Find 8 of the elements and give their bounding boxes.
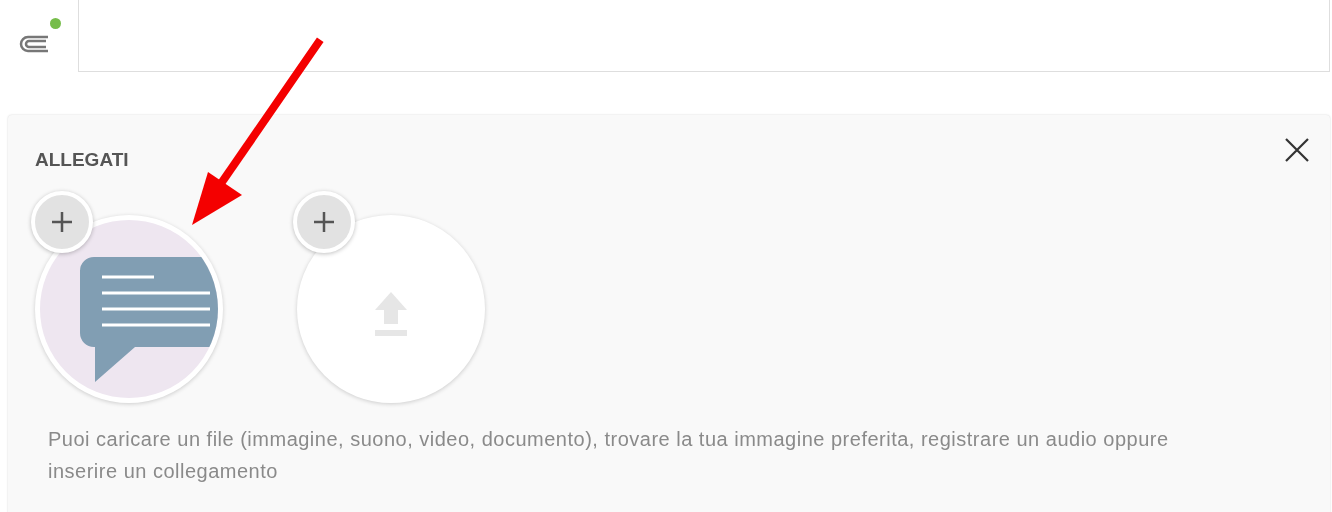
add-button[interactable] [293,191,355,253]
plus-icon [313,211,335,233]
add-button[interactable] [31,191,93,253]
panel-title: ALLEGATI [35,149,130,171]
hint-text: Puoi caricare un file (immagine, suono, video, documento), trovare la tua immagine preferita, registrare un audio oppure inserire un collegamento [48,427,1170,484]
plus-icon [51,211,73,233]
input-field[interactable] [78,0,1330,72]
close-button[interactable] [1284,137,1310,163]
